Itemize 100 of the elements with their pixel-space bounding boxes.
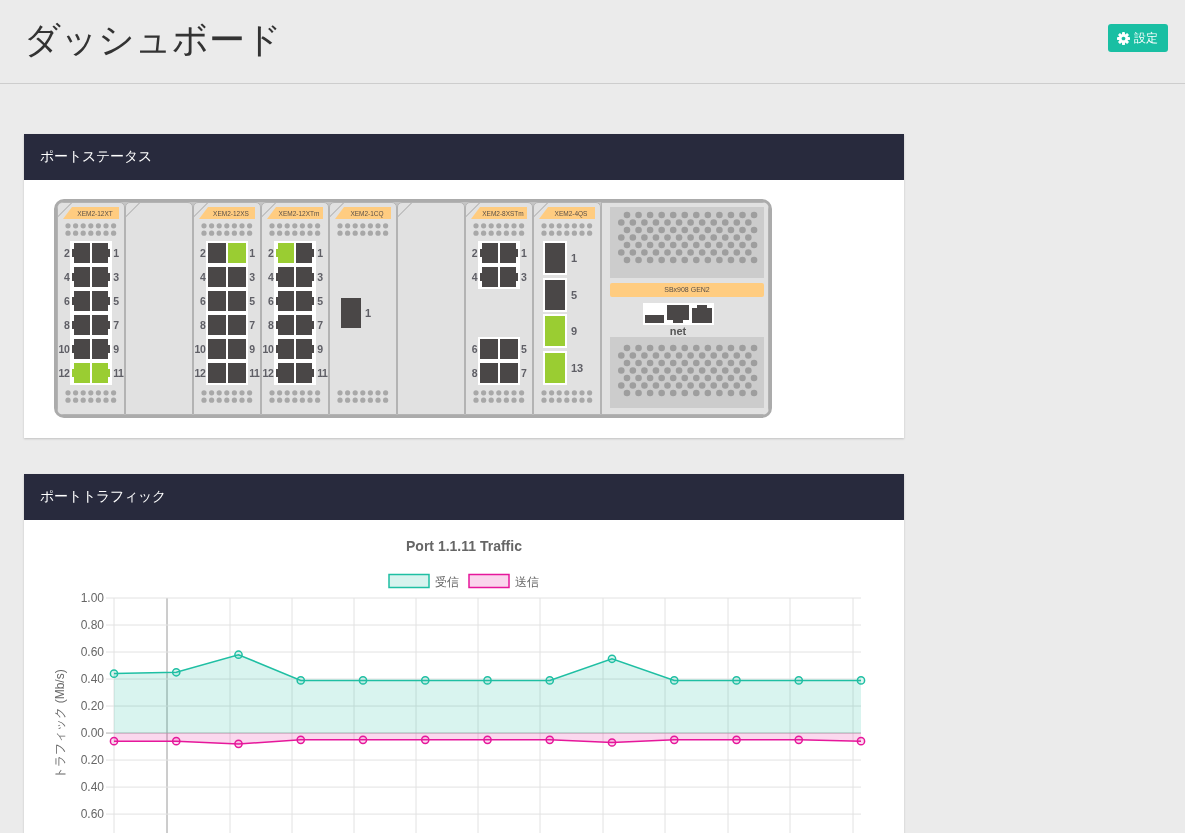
data-point[interactable] [794, 735, 804, 745]
data-point[interactable] [109, 736, 119, 746]
network-port[interactable] [296, 315, 315, 335]
network-port[interactable] [228, 267, 247, 287]
y-tick-label: 0.20 [80, 753, 104, 768]
flat-port-icon [644, 315, 664, 323]
vent-holes-drawing [473, 223, 525, 236]
data-point[interactable] [483, 735, 492, 745]
y-axis-label: トラフィック (Mb/s) [53, 669, 67, 779]
port-number: 9 [113, 342, 120, 357]
port-number: 2 [471, 246, 477, 261]
port-number: 1 [521, 246, 527, 261]
port-number: 4 [62, 270, 70, 285]
network-port[interactable] [296, 339, 315, 359]
port-number: 6 [266, 294, 274, 309]
network-port[interactable] [92, 243, 111, 263]
vent-holes-drawing [65, 223, 117, 236]
y-tick-label: 0.40 [80, 780, 104, 795]
port-number: 11 [249, 366, 260, 381]
network-port[interactable] [92, 291, 111, 311]
port-number: 1 [365, 306, 372, 321]
network-port[interactable] [228, 339, 247, 359]
data-point[interactable] [358, 735, 368, 745]
vent-holes-drawing [269, 223, 321, 236]
network-port[interactable] [296, 363, 315, 383]
network-port[interactable] [92, 339, 111, 359]
port-number: 7 [113, 318, 120, 333]
network-port[interactable] [92, 267, 111, 287]
port-number: 1 [317, 246, 324, 261]
port-number: 5 [249, 294, 256, 309]
port-number: 8 [198, 318, 206, 333]
port-number: 6 [198, 294, 206, 309]
data-point[interactable] [856, 736, 866, 746]
network-port[interactable] [500, 267, 518, 287]
port-number: 2 [198, 246, 206, 261]
panel-title: ポートトラフィック [40, 488, 166, 506]
network-port[interactable] [72, 291, 91, 311]
legend-swatch-icon [468, 573, 510, 589]
network-port[interactable] [208, 339, 227, 359]
vent-holes-drawing [337, 390, 389, 403]
chart-title: Port 1.1.11 Traffic [406, 538, 522, 554]
network-port[interactable] [228, 363, 247, 383]
data-point[interactable] [234, 739, 243, 749]
network-port[interactable] [72, 339, 91, 359]
port-number: 3 [521, 270, 527, 285]
network-port[interactable] [276, 339, 295, 359]
port-number: 4 [198, 270, 206, 285]
network-port[interactable] [276, 315, 295, 335]
legend-label[interactable]: 受信 [435, 574, 459, 589]
network-port[interactable] [208, 267, 227, 287]
network-port[interactable] [208, 291, 227, 311]
data-point[interactable] [545, 735, 555, 745]
network-port[interactable] [208, 243, 227, 263]
port-number: 4 [266, 270, 274, 285]
data-point[interactable] [669, 735, 679, 745]
y-tick-label: 0.60 [80, 807, 104, 822]
network-port[interactable] [543, 277, 567, 312]
port-number: 5 [317, 294, 324, 309]
network-port[interactable] [72, 243, 91, 263]
network-port[interactable] [296, 267, 315, 287]
network-port[interactable] [480, 267, 498, 287]
port-number: 9 [317, 342, 324, 357]
network-port[interactable] [276, 267, 295, 287]
port-number: 5 [113, 294, 120, 309]
port-number: 6 [471, 342, 477, 357]
vent-holes-drawing [201, 223, 253, 236]
data-point[interactable] [420, 735, 430, 745]
network-port[interactable] [92, 315, 111, 335]
port-number: 5 [521, 342, 527, 357]
y-tick-label: 1.00 [80, 591, 104, 605]
port-number: 8 [62, 318, 70, 333]
port-number: 11 [113, 366, 124, 381]
network-port[interactable] [276, 363, 295, 383]
network-port[interactable] [296, 291, 315, 311]
port-number: 9 [249, 342, 256, 357]
network-port[interactable] [500, 243, 518, 263]
data-point[interactable] [607, 738, 617, 747]
data-point[interactable] [171, 736, 181, 746]
network-port[interactable] [72, 267, 91, 287]
network-port[interactable] [72, 315, 91, 335]
port-number: 2 [266, 246, 274, 261]
data-point[interactable] [732, 735, 741, 745]
legend-label[interactable]: 送信 [515, 574, 539, 589]
vent-holes-drawing [473, 390, 525, 403]
y-tick-label: 0.60 [80, 645, 104, 659]
port-number: 12 [58, 366, 70, 381]
network-port[interactable] [228, 291, 247, 311]
network-port-icon [666, 305, 689, 323]
vent-holes-drawing [269, 390, 321, 403]
network-port[interactable] [208, 363, 227, 383]
port-number: 9 [571, 324, 578, 340]
network-port[interactable] [228, 315, 247, 335]
port-number: 7 [249, 318, 256, 333]
network-port[interactable] [208, 315, 227, 335]
port-number: 13 [571, 360, 584, 376]
network-port[interactable] [276, 291, 295, 311]
network-port[interactable] [296, 243, 315, 263]
network-port[interactable] [543, 241, 567, 275]
data-point[interactable] [296, 735, 306, 745]
network-port[interactable] [480, 243, 498, 263]
